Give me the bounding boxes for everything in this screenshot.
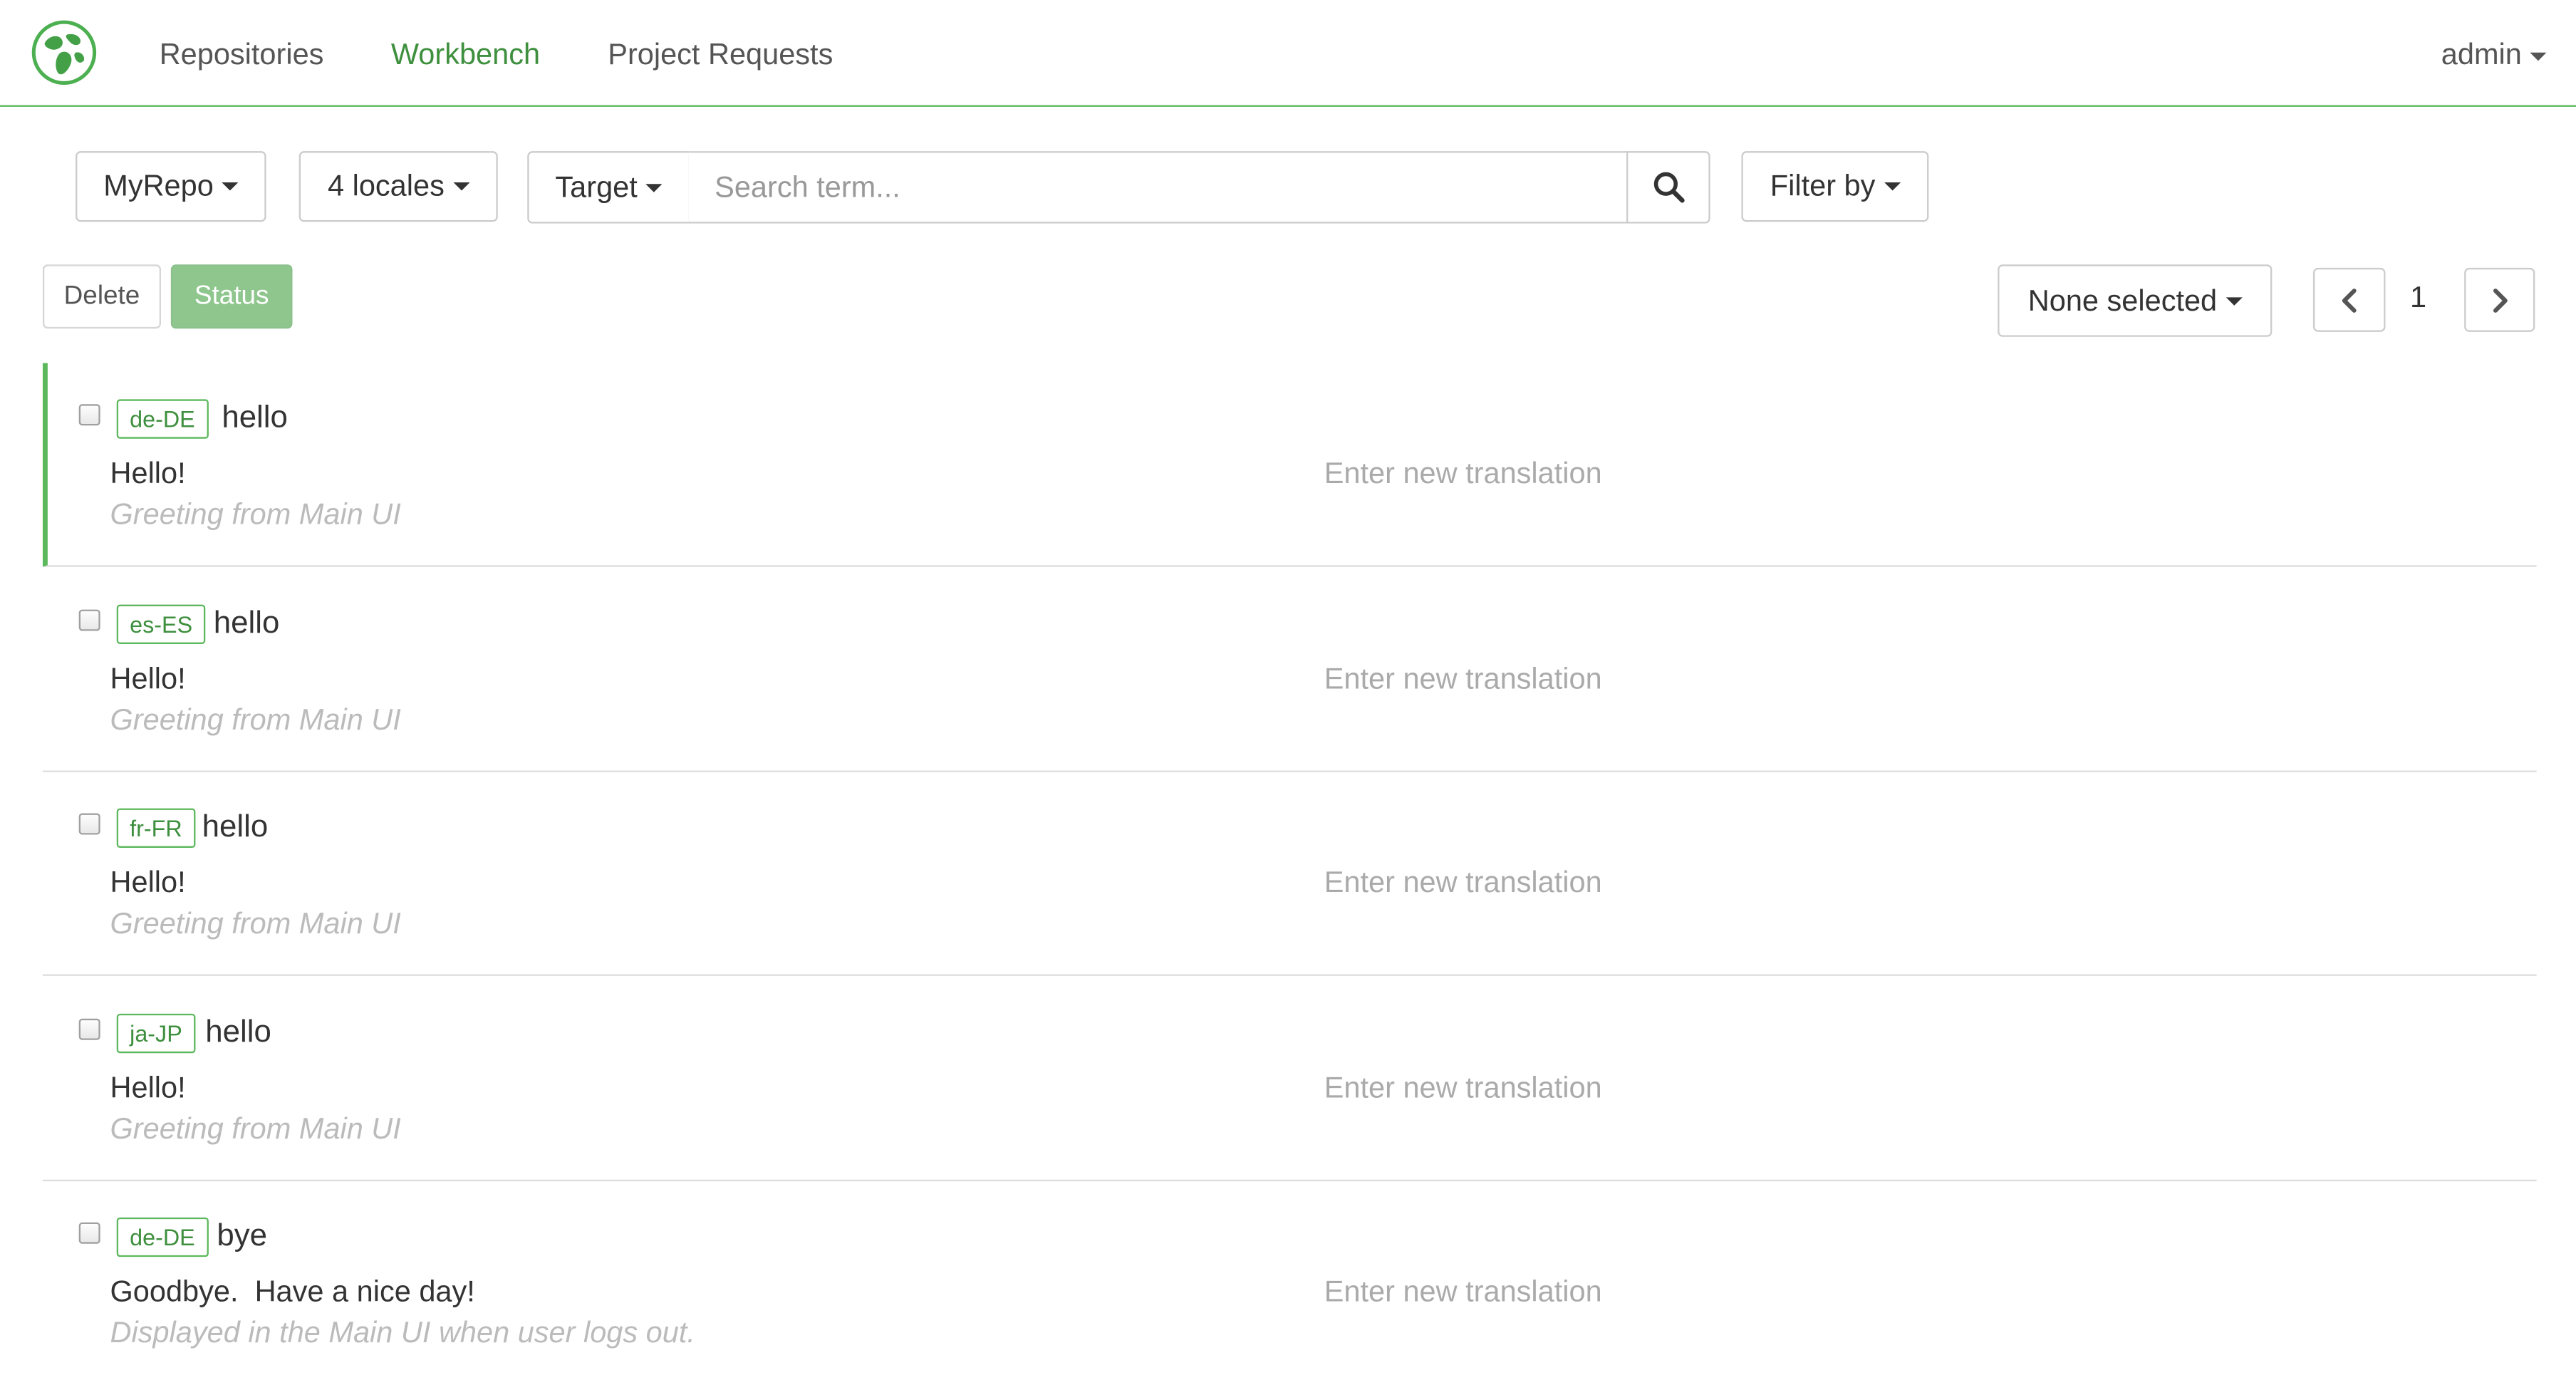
source-text: Goodbye. Have a nice day! (110, 1275, 475, 1308)
locale-badge: es-ES (116, 604, 206, 644)
locales-dropdown[interactable]: 4 locales (298, 151, 498, 222)
search-target-dropdown[interactable]: Target (527, 151, 690, 224)
row-checkbox[interactable] (78, 813, 100, 835)
locale-badge: de-DE (116, 1217, 209, 1257)
text-unit-row[interactable]: fr-FR hello Hello! Greeting from Main UI… (42, 772, 2537, 976)
translation-input[interactable]: Enter new translation (1324, 1273, 1602, 1309)
string-key: bye (217, 1219, 268, 1254)
locales-dropdown-label: 4 locales (327, 169, 445, 202)
text-unit-row[interactable]: es-ES hello Hello! Greeting from Main UI… (42, 569, 2537, 772)
text-unit-row[interactable]: de-DE bye Goodbye. Have a nice day! Disp… (43, 1181, 2537, 1385)
current-page-number: 1 (2410, 281, 2427, 314)
delete-button[interactable]: Delete (42, 264, 161, 329)
filter-dropdown[interactable]: Filter by (1741, 151, 1929, 222)
status-button[interactable]: Status (170, 264, 293, 329)
chevron-down-icon (2225, 296, 2242, 305)
locale-badge: ja-JP (116, 1013, 196, 1054)
previous-page-button[interactable] (2312, 267, 2386, 332)
chevron-right-icon (2492, 288, 2507, 312)
nav-link-repositories[interactable]: Repositories (160, 36, 324, 73)
chevron-down-icon (222, 182, 239, 191)
translation-input[interactable]: Enter new translation (1324, 455, 1602, 492)
search-input[interactable] (688, 151, 1629, 224)
source-text: Hello! (110, 662, 186, 695)
string-key: hello (213, 606, 280, 641)
search-icon (1653, 172, 1684, 203)
source-text: Hello! (110, 457, 186, 490)
string-comment: Displayed in the Main UI when user logs … (110, 1316, 695, 1349)
nav-link-workbench[interactable]: Workbench (391, 36, 540, 73)
chevron-down-icon (1883, 182, 1901, 191)
locale-badge: de-DE (116, 399, 209, 439)
filter-dropdown-label: Filter by (1770, 169, 1876, 202)
repo-dropdown-label: MyRepo (103, 169, 214, 202)
string-key: hello (205, 1015, 271, 1050)
string-comment: Greeting from Main UI (110, 1112, 401, 1146)
selection-dropdown[interactable]: None selected (1998, 264, 2273, 337)
row-checkbox[interactable] (78, 609, 100, 631)
source-text: Hello! (110, 1071, 186, 1104)
string-comment: Greeting from Main UI (110, 497, 401, 531)
chevron-down-icon (645, 183, 663, 192)
translation-input[interactable]: Enter new translation (1324, 864, 1602, 901)
chevron-down-icon (452, 182, 469, 191)
text-unit-row[interactable]: de-DE hello Hello! Greeting from Main UI… (42, 363, 2537, 567)
translation-input[interactable]: Enter new translation (1324, 1069, 1602, 1106)
user-name: admin (2441, 38, 2522, 71)
locale-badge: fr-FR (116, 808, 196, 848)
row-checkbox[interactable] (78, 1018, 100, 1040)
nav-link-project-requests[interactable]: Project Requests (608, 36, 833, 73)
user-menu[interactable]: admin (2441, 36, 2547, 73)
row-checkbox[interactable] (78, 404, 100, 426)
selection-dropdown-label: None selected (2027, 283, 2218, 316)
search-button[interactable] (1626, 151, 1710, 224)
string-key: hello (202, 809, 269, 845)
translation-input[interactable]: Enter new translation (1324, 660, 1602, 697)
search-target-label: Target (555, 170, 638, 203)
string-key: hello (222, 400, 288, 436)
string-comment: Greeting from Main UI (110, 703, 401, 737)
chevron-down-icon (2530, 52, 2547, 61)
repo-dropdown[interactable]: MyRepo (76, 151, 266, 222)
globe-logo-icon[interactable] (31, 20, 97, 85)
next-page-button[interactable] (2464, 267, 2535, 332)
chevron-left-icon (2342, 288, 2357, 312)
top-navbar: Repositories Workbench Project Requests … (0, 0, 2576, 107)
source-text: Hello! (110, 866, 186, 899)
row-checkbox[interactable] (78, 1222, 100, 1244)
string-comment: Greeting from Main UI (110, 906, 401, 940)
text-unit-row[interactable]: ja-JP hello Hello! Greeting from Main UI… (42, 977, 2537, 1182)
